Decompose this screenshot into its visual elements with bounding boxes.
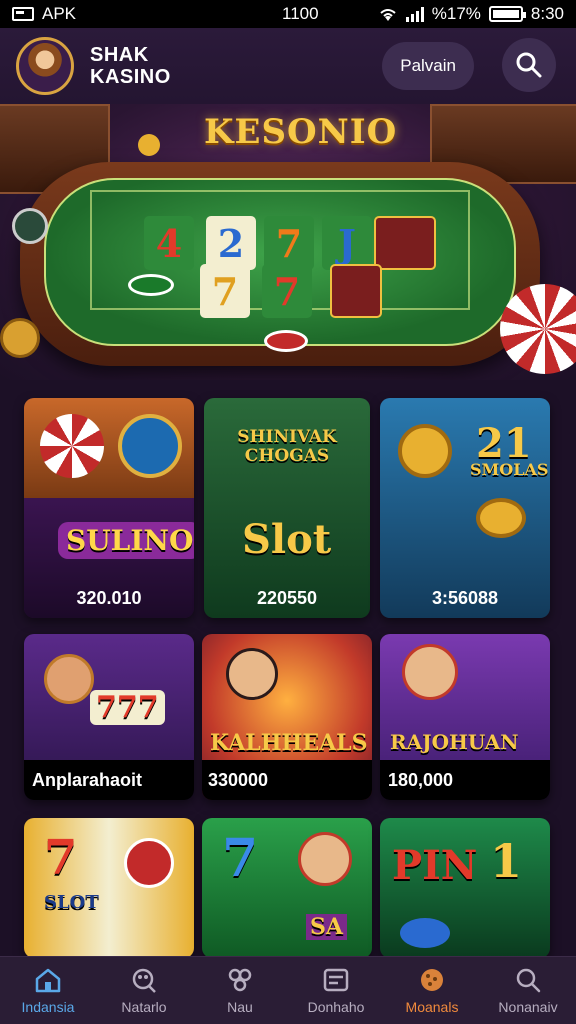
heart-symbol: [124, 838, 174, 888]
search-icon: [516, 968, 541, 992]
nav-item-cookie[interactable]: Moanals: [384, 957, 480, 1024]
game-tile[interactable]: SULINO 320.010: [24, 398, 194, 618]
cookie-icon: [421, 968, 443, 991]
character-portrait: [44, 654, 94, 704]
table-card: J: [322, 216, 372, 270]
bottom-nav: Indansia Natarlo Nau Donhaho Moanals Non…: [0, 956, 576, 1024]
notification-icon: [12, 7, 34, 21]
nav-label: Nau: [227, 998, 253, 1015]
avatar[interactable]: [16, 37, 74, 95]
game-logo: KALHHEALS: [210, 730, 368, 756]
brand-name: SHAK KASINO: [90, 44, 171, 88]
status-bar: APK 1100 %17% 8:30: [0, 0, 576, 28]
game-value: 180,000: [380, 760, 550, 800]
gold-coin: [398, 424, 452, 478]
brand-line-2: KASINO: [90, 66, 171, 88]
app-header: SHAK KASINO Palvain: [0, 28, 576, 104]
nav-item-casino[interactable]: Natarlo: [96, 957, 192, 1024]
status-app-label: APK: [42, 4, 77, 23]
status-time: 8:30: [530, 4, 564, 23]
game-tile[interactable]: SHINIVAK CHOGAS Slot 220550: [204, 398, 370, 618]
clock-chip: [118, 414, 182, 478]
character-portrait: [298, 832, 352, 886]
poker-chip: [138, 134, 160, 156]
table-card: 7: [264, 216, 314, 270]
signal-icon: [405, 6, 424, 22]
game-subtitle: 1: [490, 834, 523, 888]
battery-percent: %17%: [431, 4, 481, 23]
game-logo: 777: [90, 690, 165, 725]
table-card: 2: [206, 216, 256, 270]
game-logo: RAJOHUAN: [390, 730, 519, 754]
blue-gem: [400, 918, 450, 948]
casino-icon: [132, 968, 156, 993]
nav-item-home[interactable]: Indansia: [0, 957, 96, 1024]
home-icon: [35, 968, 61, 992]
hero-banner[interactable]: KESONIO 4 2 7 J 7 7: [0, 104, 576, 380]
nav-label: Indansia: [21, 998, 75, 1015]
brand-line-1: SHAK: [90, 44, 149, 66]
character-portrait: [402, 644, 458, 700]
poker-chip: [128, 274, 174, 296]
game-subtitle: SHINIVAK CHOGAS: [237, 427, 337, 466]
game-tile[interactable]: 7 SA: [202, 818, 372, 958]
game-logo: 7: [44, 830, 78, 886]
character-portrait: [226, 648, 278, 700]
game-tile[interactable]: KALHHEALS 330000: [202, 634, 372, 800]
nav-label: Natarlo: [121, 998, 167, 1015]
nav-label: Nonanaiv: [498, 998, 558, 1015]
game-value: 330000: [202, 760, 372, 800]
game-tile[interactable]: 777 Anplarahaoit: [24, 634, 194, 800]
table-card: 4: [144, 216, 194, 270]
gold-coin: [476, 498, 526, 538]
table-card: [330, 264, 382, 318]
game-value: 220550: [256, 587, 318, 608]
poker-chip: [264, 330, 308, 352]
table-card: [374, 216, 436, 270]
game-tile[interactable]: PIN 1: [380, 818, 550, 958]
wifi-icon: [380, 9, 396, 21]
game-value: Anplarahaoit: [24, 760, 194, 800]
search-icon: [516, 52, 542, 78]
game-logo: Slot: [242, 516, 332, 563]
gold-coin: [0, 318, 40, 358]
nav-item-cards[interactable]: Nau: [192, 957, 288, 1024]
poker-chip: [12, 208, 48, 244]
game-subtitle: SMOLAS: [470, 460, 549, 479]
roulette-chip: [40, 414, 104, 478]
game-subtitle: SLOT: [44, 892, 99, 913]
table-card: 7: [262, 264, 312, 318]
game-value: 320.010: [76, 587, 142, 608]
dashboard-icon: [323, 968, 349, 991]
cards-icon: [228, 968, 252, 991]
battery-icon: [488, 6, 526, 22]
game-tile[interactable]: 7 SLOT: [24, 818, 194, 958]
game-logo: 7: [222, 828, 259, 889]
hero-title: KESONIO: [204, 112, 398, 152]
header-search-button[interactable]: [502, 38, 556, 92]
nav-label: Donhaho: [307, 998, 365, 1015]
game-subtitle: SA: [306, 914, 347, 940]
nav-item-search[interactable]: Nonanaiv: [480, 957, 576, 1024]
game-value: 3:56088: [431, 587, 499, 608]
header-action-button[interactable]: Palvain: [382, 42, 474, 90]
game-logo: PIN: [392, 842, 478, 889]
nav-label: Moanals: [405, 998, 459, 1015]
game-tile[interactable]: 21 SMOLAS 3:56088: [380, 398, 550, 618]
game-tile[interactable]: RAJOHUAN 180,000: [380, 634, 550, 800]
nav-item-dashboard[interactable]: Donhaho: [288, 957, 384, 1024]
table-card: 7: [200, 264, 250, 318]
status-center-text: 1100: [282, 4, 319, 23]
game-logo: SULINO: [58, 522, 194, 559]
poker-chip: [500, 284, 576, 374]
